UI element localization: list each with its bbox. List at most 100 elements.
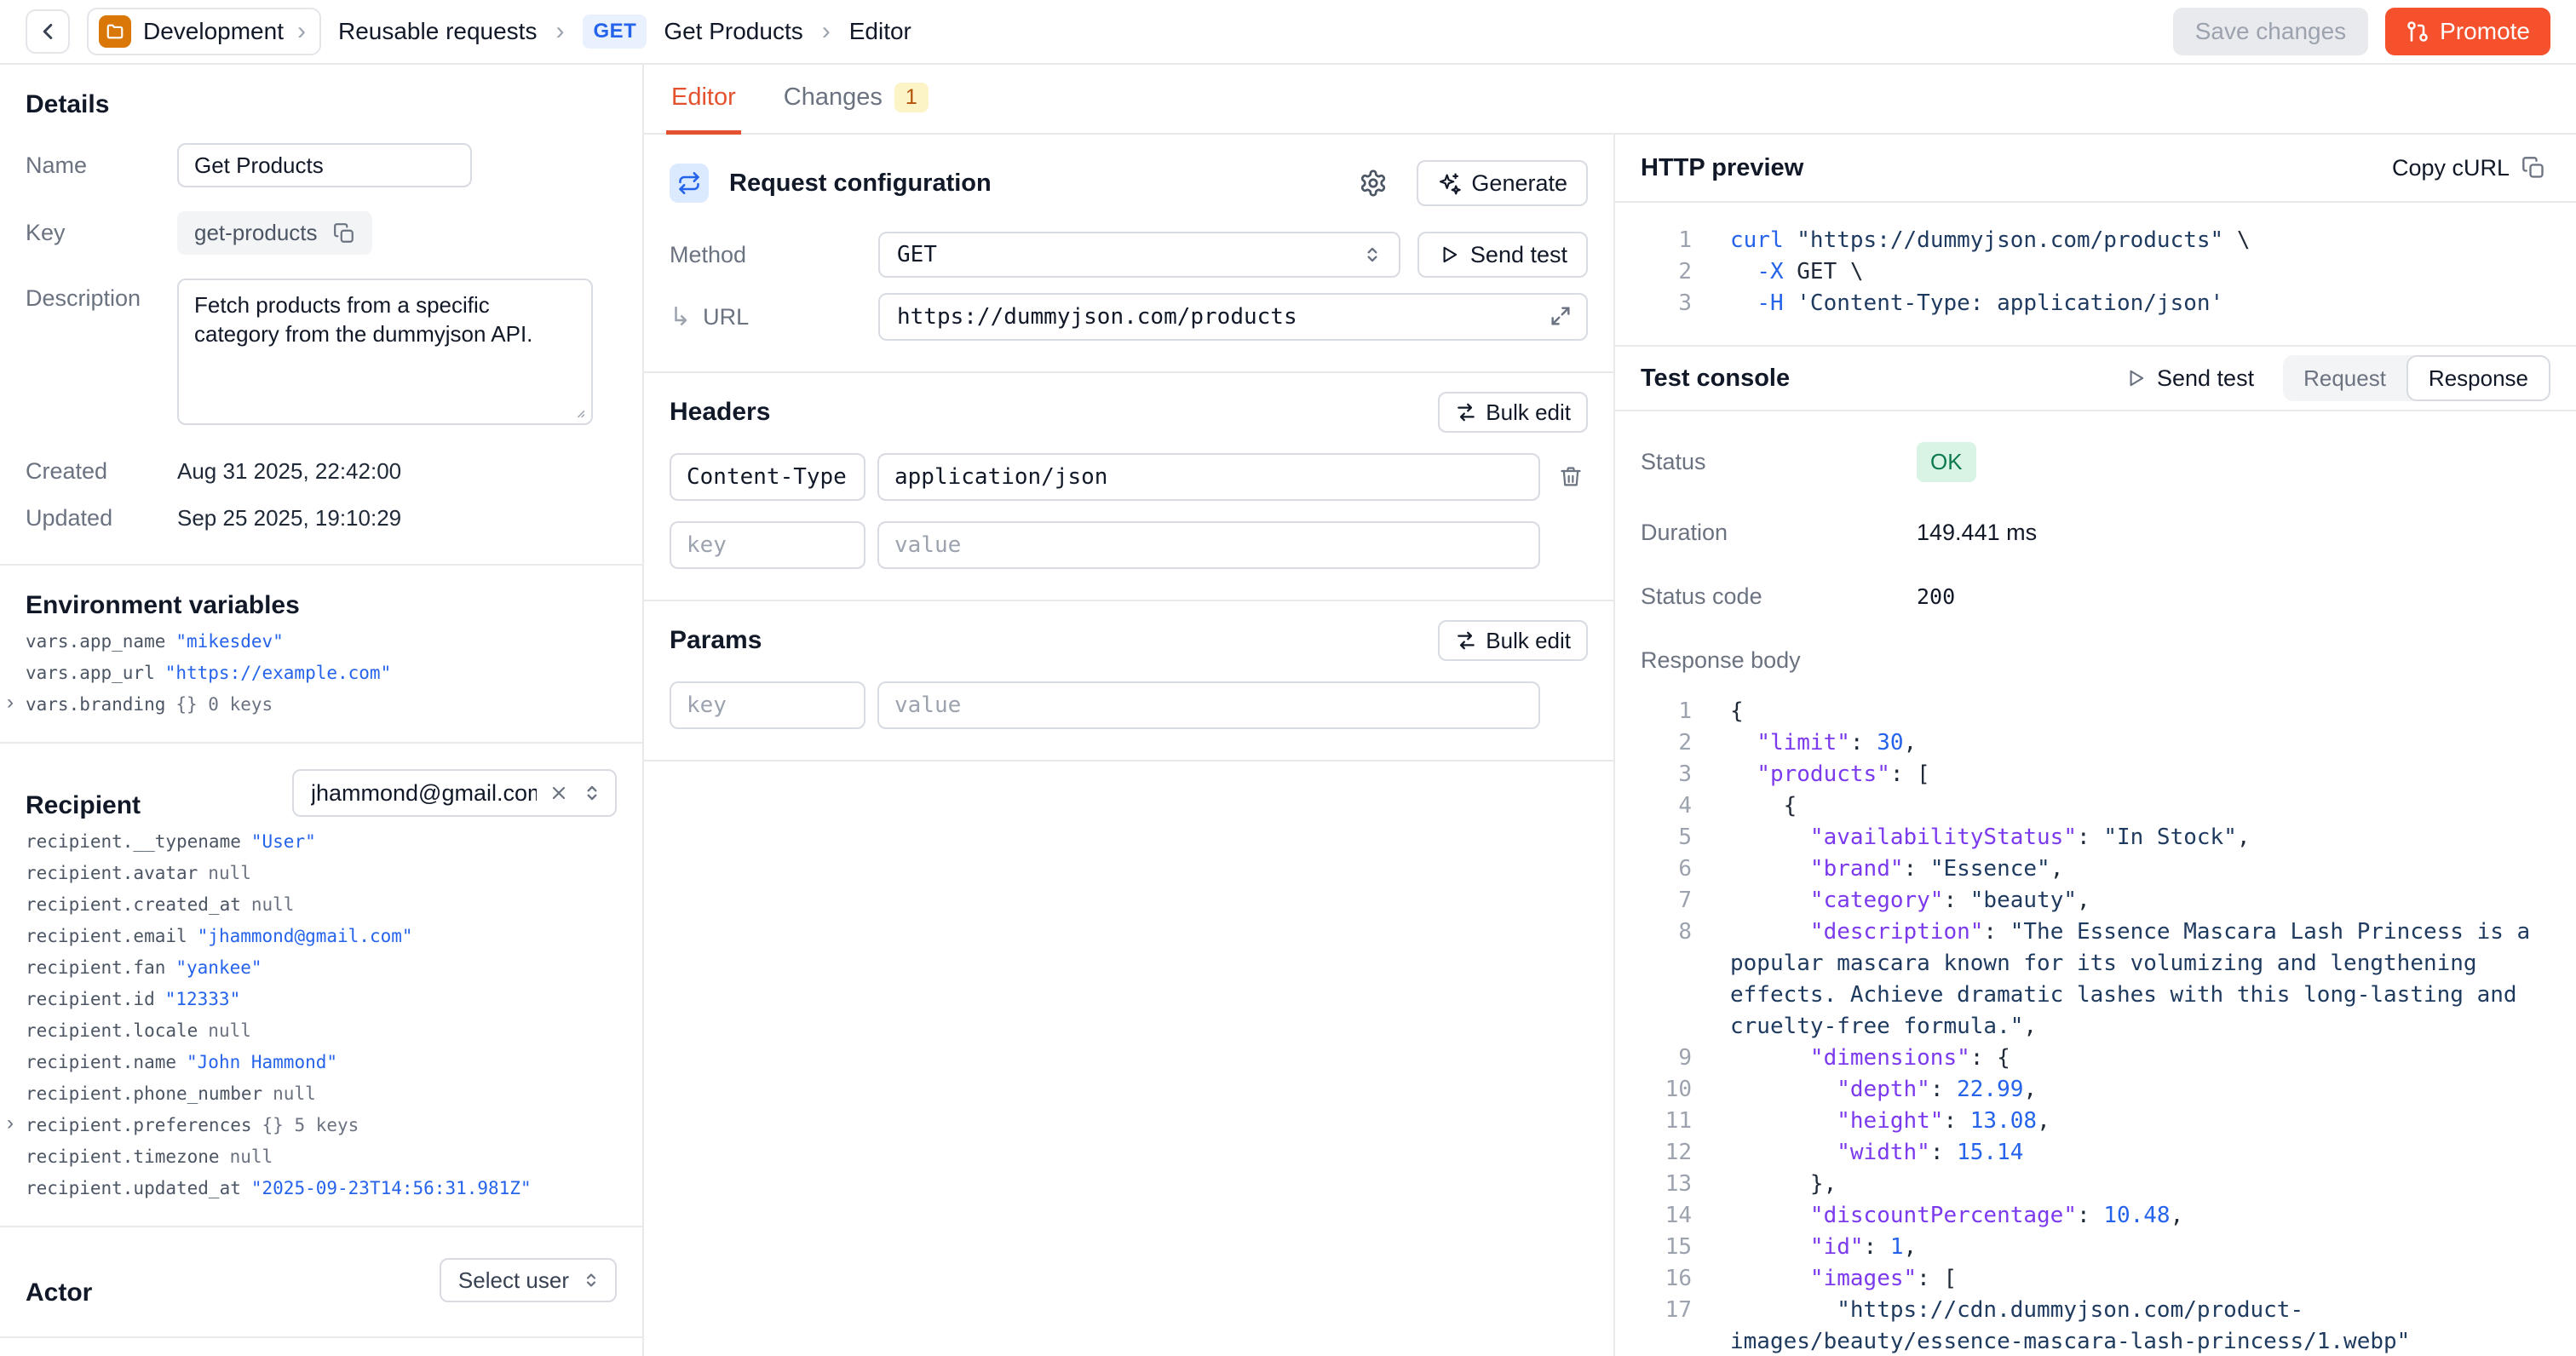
variable-row: recipient.avatarnull — [26, 863, 617, 883]
param-value-input[interactable] — [877, 681, 1540, 729]
request-tab-button[interactable]: Request — [2283, 355, 2406, 401]
console-send-test-button[interactable]: Send test — [2119, 365, 2259, 393]
chevron-left-icon — [35, 19, 60, 44]
variable-value: null — [273, 1083, 316, 1104]
header-key-input[interactable] — [670, 453, 865, 501]
status-badge: OK — [1917, 442, 1976, 482]
variable-value: "John Hammond" — [187, 1052, 337, 1072]
variable-row: recipient.timezonenull — [26, 1146, 617, 1167]
tab-editor[interactable]: Editor — [666, 65, 741, 135]
code-line: 13 }, — [1641, 1169, 2550, 1200]
breadcrumb-request[interactable]: Get Products — [664, 18, 802, 45]
created-value: Aug 31 2025, 22:42:00 — [177, 458, 401, 485]
request-editor-panel: Request configuration Generate — [644, 135, 1615, 1356]
editor-tabbar: Editor Changes 1 — [644, 65, 2576, 135]
request-configuration-heading: Request configuration — [729, 170, 992, 198]
variable-row: recipient.updated_at"2025-09-23T14:56:31… — [26, 1178, 617, 1198]
play-icon — [2125, 367, 2147, 389]
recipient-variables-list: recipient.__typename"User"recipient.avat… — [26, 831, 617, 1198]
url-input[interactable] — [878, 293, 1588, 341]
preview-panel: HTTP preview Copy cURL 1curl "https://du… — [1615, 135, 2576, 1356]
save-changes-button[interactable]: Save changes — [2173, 8, 2368, 55]
recipient-select[interactable]: jhammond@gmail.com — [292, 769, 617, 817]
expand-chevron-icon[interactable]: › — [7, 692, 14, 713]
variable-row: recipient.created_atnull — [26, 894, 617, 915]
copy-curl-button[interactable]: Copy cURL — [2387, 154, 2550, 182]
key-value-pill: get-products — [177, 211, 372, 255]
line-number: 13 — [1641, 1169, 1692, 1200]
response-body-code: 1{2 "limit": 30,3 "products": [4 {5 "ava… — [1615, 674, 2576, 1356]
code-line: 4 { — [1641, 790, 2550, 822]
duration-value: 149.441 ms — [1917, 520, 2037, 546]
details-sidebar: Details Name Key get-products Descripti — [0, 65, 644, 1356]
repeat-arrows-icon — [670, 164, 709, 203]
variable-row: recipient.fan"yankee" — [26, 957, 617, 978]
response-tab-button[interactable]: Response — [2406, 355, 2550, 401]
header-value-input[interactable] — [877, 453, 1540, 501]
clear-icon[interactable] — [549, 783, 569, 803]
copy-icon — [2521, 156, 2545, 180]
method-select[interactable]: GET — [878, 232, 1400, 278]
http-preview-heading: HTTP preview — [1641, 154, 1803, 182]
variable-key: recipient.email — [26, 926, 187, 946]
delete-header-button[interactable] — [1554, 463, 1588, 491]
back-button[interactable] — [26, 9, 70, 54]
line-number: 17 — [1641, 1295, 1692, 1326]
generate-button[interactable]: Generate — [1417, 160, 1588, 206]
expand-icon[interactable] — [1549, 304, 1573, 328]
variable-value: "User" — [251, 831, 316, 852]
headers-bulk-edit-button[interactable]: Bulk edit — [1438, 392, 1588, 433]
variable-key: recipient.avatar — [26, 863, 198, 883]
code-line: 15 "id": 1, — [1641, 1232, 2550, 1263]
duration-label: Duration — [1641, 520, 1917, 546]
variable-row: ›recipient.preferences{} 5 keys — [26, 1115, 617, 1135]
key-label: Key — [26, 220, 177, 246]
code-line: 6 "brand": "Essence", — [1641, 853, 2550, 885]
header-key-input[interactable] — [670, 521, 865, 569]
send-test-button[interactable]: Send test — [1417, 232, 1588, 278]
swap-arrows-icon — [1455, 629, 1477, 652]
param-key-input[interactable] — [670, 681, 865, 729]
line-number: 6 — [1641, 853, 1692, 885]
tab-changes[interactable]: Changes 1 — [779, 65, 934, 135]
line-number: 5 — [1641, 822, 1692, 853]
code-line: 17 "https://cdn.dummyjson.com/product-im… — [1641, 1295, 2550, 1356]
code-line: 7 "category": "beauty", — [1641, 885, 2550, 916]
created-label: Created — [26, 458, 177, 485]
line-number: 8 — [1641, 916, 1692, 948]
updated-label: Updated — [26, 505, 177, 531]
code-line: 16 "images": [ — [1641, 1263, 2550, 1295]
folder-icon — [99, 15, 131, 48]
variable-value: null — [208, 1020, 251, 1041]
actor-select[interactable]: Select user — [440, 1258, 617, 1302]
project-switcher[interactable]: Development › — [87, 8, 321, 55]
code-line: 12 "width": 15.14 — [1641, 1137, 2550, 1169]
variable-key: recipient.phone_number — [26, 1083, 262, 1104]
line-number: 11 — [1641, 1106, 1692, 1137]
promote-button[interactable]: Promote — [2385, 8, 2550, 55]
description-textarea[interactable]: Fetch products from a specific category … — [177, 279, 593, 425]
params-bulk-edit-button[interactable]: Bulk edit — [1438, 620, 1588, 661]
chevrons-up-down-icon — [1361, 244, 1383, 266]
expand-chevron-icon[interactable]: › — [7, 1113, 14, 1134]
curl-preview-code: 1curl "https://dummyjson.com/products" \… — [1615, 203, 2576, 347]
settings-gear-icon[interactable] — [1354, 168, 1393, 198]
line-number: 3 — [1641, 288, 1692, 319]
git-promote-icon — [2406, 20, 2429, 43]
variable-key: recipient.fan — [26, 957, 165, 978]
headers-heading: Headers — [670, 398, 770, 427]
variable-row: recipient.name"John Hammond" — [26, 1052, 617, 1072]
copy-icon[interactable] — [333, 222, 355, 244]
header-value-input[interactable] — [877, 521, 1540, 569]
variable-value: {} 5 keys — [262, 1115, 359, 1135]
name-label: Name — [26, 152, 177, 179]
name-input[interactable] — [177, 143, 472, 187]
method-label: Method — [670, 242, 878, 268]
variable-value: null — [251, 894, 295, 915]
variable-key: recipient.updated_at — [26, 1178, 241, 1198]
params-heading: Params — [670, 626, 762, 655]
breadcrumb-section[interactable]: Reusable requests — [338, 18, 537, 45]
code-line: 5 "availabilityStatus": "In Stock", — [1641, 822, 2550, 853]
code-line: 3 -H 'Content-Type: application/json' — [1641, 288, 2550, 319]
variable-key: vars.branding — [26, 694, 165, 715]
